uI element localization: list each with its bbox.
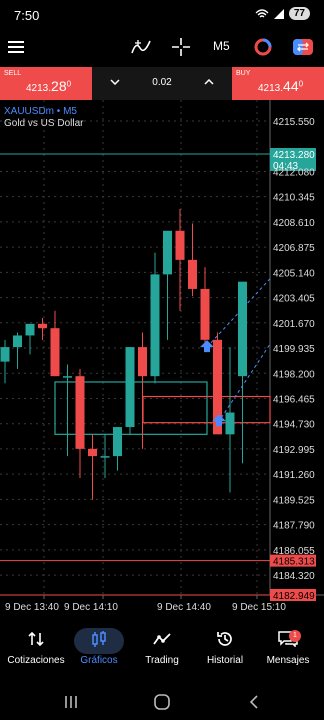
nav-trading[interactable]: Trading — [130, 628, 194, 674]
time-axis-label: 9 Dec 14:40 — [157, 602, 211, 613]
price-axis-label: 4215.550 — [273, 117, 315, 128]
system-navigation — [0, 682, 324, 720]
nav-messages[interactable]: Mensajes — [256, 628, 320, 674]
nav-history-label: Historial — [206, 655, 244, 666]
price-axis-label: 4212.080 — [273, 167, 315, 178]
price-axis-label: 4199.935 — [273, 344, 315, 355]
time-axis-label: 9 Dec 14:10 — [64, 602, 118, 613]
status-icons: 77 — [255, 7, 310, 20]
candlestick-chart[interactable]: 4215.5504213.28004:434212.0804210.345420… — [0, 100, 324, 620]
price-axis-label: 4189.525 — [273, 495, 315, 506]
chart-description: Gold vs US Dollar — [4, 118, 84, 129]
price-axis-label: 4210.345 — [273, 193, 315, 204]
price-axis-label: 4208.610 — [273, 218, 315, 229]
wifi-icon — [255, 8, 269, 17]
time-axis-label: 9 Dec 15:10 — [232, 602, 286, 613]
nav-charts-label: Gráficos — [80, 655, 118, 666]
price-chart[interactable]: 4215.550 4213.280 04:43 4212.080 4210.345 420… — [0, 100, 324, 620]
home-button[interactable] — [154, 694, 170, 710]
price-axis-label: 4205.140 — [273, 268, 315, 279]
candle-body — [38, 323, 47, 329]
buy-button[interactable]: BUY 4213.440 — [232, 67, 324, 100]
nav-quotes[interactable]: Cotizaciones — [4, 628, 68, 674]
nav-quotes-label: Cotizaciones — [7, 655, 65, 666]
candle-body — [200, 288, 210, 340]
candle-body — [175, 230, 185, 260]
buy-label: BUY — [236, 70, 251, 77]
candle-body — [75, 376, 85, 449]
nav-trading-label: Trading — [145, 655, 179, 666]
messages-icon — [256, 628, 320, 650]
buy-price: 4213.440 — [258, 78, 304, 94]
timeframe-button[interactable]: M5 — [213, 39, 230, 53]
chart-style-icon[interactable] — [252, 37, 274, 57]
candle-body — [163, 230, 172, 275]
quotes-icon — [4, 628, 68, 650]
price-axis-label: 4201.670 — [273, 319, 315, 330]
nav-messages-label: Mensajes — [266, 655, 310, 666]
candle-body — [13, 335, 22, 348]
price-axis-label: 4192.995 — [273, 445, 315, 456]
sell-label: SELL — [4, 70, 22, 77]
recent-apps-button[interactable] — [65, 696, 77, 708]
candle-body — [25, 323, 35, 336]
candle-body — [225, 412, 235, 435]
battery-indicator: 77 — [288, 7, 310, 20]
price-axis-label: 4198.200 — [273, 369, 315, 380]
candle-body — [150, 274, 160, 377]
back-button[interactable] — [249, 695, 258, 709]
time-axis-label: 9 Dec 13:40 — [5, 602, 59, 613]
nav-history[interactable]: Historial — [193, 628, 257, 674]
price-axis-label: 4194.730 — [273, 420, 315, 431]
price-axis-label: 4187.790 — [273, 521, 315, 532]
price-axis-label: 4196.465 — [273, 394, 315, 405]
history-icon — [193, 628, 257, 650]
price-axis-label: 4206.875 — [273, 243, 315, 254]
menu-icon[interactable] — [5, 37, 27, 57]
price-axis-label: 4203.405 — [273, 294, 315, 305]
bottom-navigation: Cotizaciones Gráficos Trading Historial … — [0, 622, 324, 678]
crosshair-icon[interactable] — [170, 37, 192, 57]
candle-body — [50, 328, 60, 377]
price-axis-label: 4185.313 — [273, 557, 315, 568]
candle-body — [100, 456, 110, 458]
volume-increase-icon[interactable] — [202, 75, 216, 89]
chart-toolbar: M5 — [0, 30, 324, 64]
candle-body — [125, 347, 135, 428]
messages-badge: 1 — [289, 630, 301, 642]
candle-body — [138, 347, 147, 377]
trade-icon[interactable] — [292, 37, 314, 57]
volume-control: 0.02 — [92, 67, 232, 100]
chart-candles-icon — [67, 628, 131, 650]
trading-icon — [130, 628, 194, 650]
status-bar: 7:50 77 — [0, 0, 324, 30]
status-time: 7:50 — [14, 8, 40, 23]
one-click-trade-bar: SELL 4213.280 0.02 BUY 4213.440 — [0, 67, 324, 100]
price-axis-label: 4182.949 — [273, 591, 315, 602]
sell-price: 4213.280 — [26, 78, 72, 94]
sell-button[interactable]: SELL 4213.280 — [0, 67, 92, 100]
candle-body — [63, 376, 72, 378]
nav-charts[interactable]: Gráficos — [67, 628, 131, 674]
candle-body — [113, 427, 122, 457]
signal-icon — [273, 8, 284, 19]
indicators-icon[interactable] — [130, 37, 152, 57]
price-axis-label: 4184.320 — [273, 571, 315, 582]
candle-body — [0, 347, 10, 362]
candle-body — [188, 259, 197, 289]
chart-symbol: XAUUSDm • M5 — [4, 106, 77, 117]
candle-body — [238, 281, 247, 377]
candle-body — [88, 448, 97, 457]
price-axis-label: 4191.260 — [273, 470, 315, 481]
